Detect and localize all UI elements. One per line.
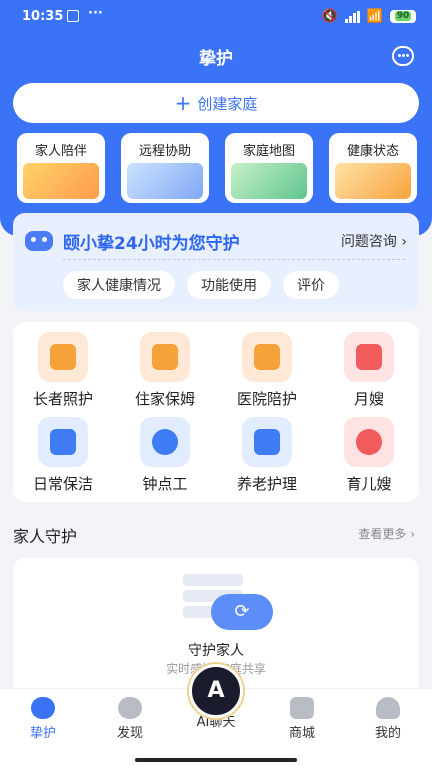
see-more-link[interactable]: 查看更多 ›: [358, 525, 415, 542]
status-bar: 10:35 ··· 🔇 📶 90: [0, 0, 432, 34]
clock-icon: [140, 417, 190, 467]
home-indicator: [135, 758, 297, 762]
service-home-nanny[interactable]: 住家保姆: [115, 332, 215, 409]
robot-icon: [25, 231, 53, 251]
health-status-card[interactable]: 健康状态: [329, 133, 417, 203]
tab-label: 发现: [116, 726, 143, 741]
store-icon: [290, 697, 314, 719]
signal-icon: [344, 10, 360, 23]
maternity-nurse-icon: [344, 332, 394, 382]
tab-label: 商城: [288, 726, 315, 741]
remote-assist-card[interactable]: 远程协助: [121, 133, 209, 203]
service-maternity-nurse[interactable]: 月嫂: [319, 332, 419, 409]
service-label: 养老护理: [236, 475, 297, 493]
guard-icon: [31, 697, 55, 719]
battery-icon: 90: [390, 10, 416, 23]
remote-call-illustration-icon: [127, 163, 203, 199]
home-nanny-icon: [140, 332, 190, 382]
baby-face-icon: [344, 417, 394, 467]
quick-questions: 家人健康情况 功能使用 评价: [63, 271, 407, 299]
service-nanny[interactable]: 育儿嫂: [319, 417, 419, 494]
service-label: 医院陪护: [236, 390, 297, 408]
map-illustration-icon: [231, 163, 307, 199]
service-elderly-nursing[interactable]: 养老护理: [217, 417, 317, 494]
elder-care-icon: [38, 332, 88, 382]
service-hospital-escort[interactable]: 医院陪护: [217, 332, 317, 409]
tab-label: 我的: [374, 726, 401, 741]
card-label: 健康状态: [346, 144, 399, 159]
service-label: 日常保洁: [32, 475, 93, 493]
service-grid: 长者照护 住家保姆 医院陪护 月嫂 日常保洁 钟点工 养老护理 育儿嫂: [13, 322, 419, 502]
mute-icon: 🔇: [321, 9, 338, 24]
feature-usage-pill[interactable]: 功能使用: [187, 271, 271, 299]
service-label: 钟点工: [142, 475, 188, 493]
sim-icon: [67, 10, 79, 22]
create-family-button[interactable]: + 创建家庭: [13, 83, 419, 123]
cloud-sync-icon: ⟳: [211, 594, 273, 630]
consult-link[interactable]: 问题咨询 ›: [341, 231, 407, 251]
tab-mine[interactable]: 我的: [358, 697, 418, 741]
more-notifications-icon: ···: [88, 6, 103, 21]
tab-label: 挚护: [29, 726, 56, 741]
health-illustration-icon: [335, 163, 411, 199]
service-hourly-worker[interactable]: 钟点工: [115, 417, 215, 494]
feature-cards: 家人陪伴 远程协助 家庭地图 健康状态: [17, 133, 417, 203]
plus-icon: +: [174, 91, 192, 115]
card-label: 远程协助: [138, 144, 191, 159]
page-title: 挚护: [199, 49, 233, 69]
family-map-card[interactable]: 家庭地图: [225, 133, 313, 203]
profile-icon: [376, 697, 400, 719]
assistant-headline: 颐小挚24小时为您守护: [63, 234, 240, 254]
tab-discover[interactable]: 发现: [100, 697, 160, 741]
broom-icon: [38, 417, 88, 467]
service-daily-cleaning[interactable]: 日常保洁: [13, 417, 113, 494]
assistant-panel: 颐小挚24小时为您守护 问题咨询 › 家人健康情况 功能使用 评价: [13, 213, 419, 311]
hospital-escort-icon: [242, 332, 292, 382]
guard-card-title: 守护家人: [188, 643, 244, 659]
rating-pill[interactable]: 评价: [283, 271, 339, 299]
message-icon[interactable]: [392, 46, 414, 66]
compass-icon: [118, 697, 142, 719]
status-time: 10:35: [22, 9, 64, 24]
service-label: 育儿嫂: [346, 475, 392, 493]
service-elder-care[interactable]: 长者照护: [13, 332, 113, 409]
card-label: 家人陪伴: [34, 144, 87, 159]
divider: [63, 259, 405, 260]
card-label: 家庭地图: [242, 144, 295, 159]
wifi-icon: 📶: [366, 9, 383, 24]
family-companion-card[interactable]: 家人陪伴: [17, 133, 105, 203]
status-right: 🔇 📶 90: [322, 9, 416, 24]
service-label: 长者照护: [32, 390, 93, 408]
section-title: 家人守护: [13, 527, 78, 546]
tab-store[interactable]: 商城: [272, 697, 332, 741]
service-label: 住家保姆: [134, 390, 195, 408]
service-label: 月嫂: [353, 390, 384, 408]
tab-guard[interactable]: 挚护: [13, 697, 73, 741]
family-illustration-icon: [23, 163, 99, 199]
create-family-label: 创建家庭: [197, 94, 258, 113]
family-health-pill[interactable]: 家人健康情况: [63, 271, 175, 299]
ai-chat-icon[interactable]: A: [189, 664, 243, 718]
elderly-home-icon: [242, 417, 292, 467]
